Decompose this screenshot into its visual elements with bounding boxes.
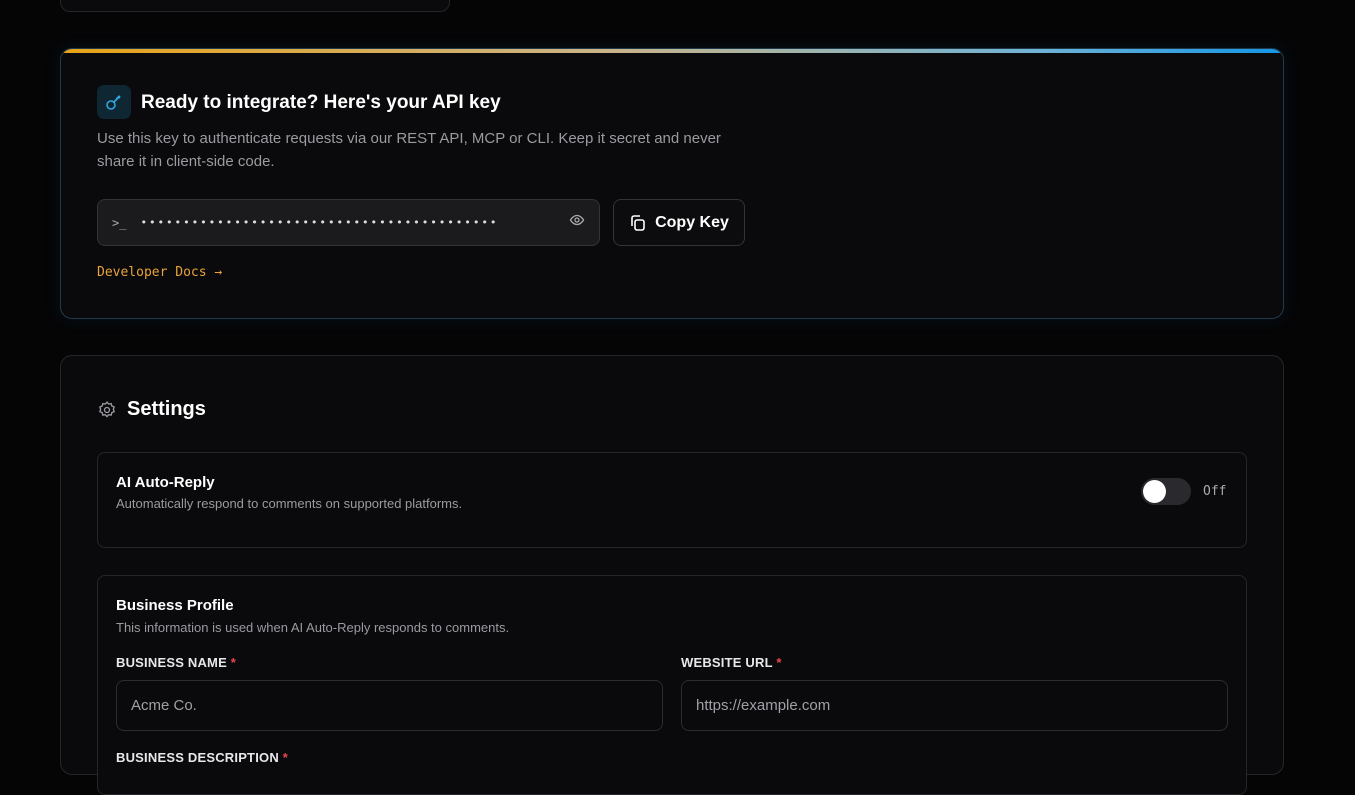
eye-icon[interactable]: [569, 212, 585, 233]
business-profile-title: Business Profile: [116, 597, 234, 614]
auto-reply-description: Automatically respond to comments on sup…: [116, 496, 463, 511]
website-url-input[interactable]: [681, 680, 1228, 731]
gear-icon: [98, 400, 116, 418]
copy-icon: [631, 214, 645, 231]
api-key-card: Ready to integrate? Here's your API key …: [60, 48, 1284, 319]
previous-card: [60, 0, 450, 12]
business-profile-description: This information is used when AI Auto-Re…: [116, 620, 510, 635]
settings-card: Settings AI Auto-Reply Automatically res…: [60, 355, 1284, 795]
auto-reply-state: Off: [1203, 484, 1227, 499]
settings-title: Settings: [127, 398, 206, 420]
business-description-label: BUSINESS DESCRIPTION *: [116, 750, 288, 765]
copy-key-button[interactable]: Copy Key: [613, 199, 745, 246]
gradient-accent-bar: [61, 49, 1283, 53]
business-name-label: BUSINESS NAME *: [116, 655, 237, 670]
auto-reply-section: AI Auto-Reply Automatically respond to c…: [97, 452, 1247, 548]
masked-api-key: ••••••••••••••••••••••••••••••••••••••••…: [140, 216, 499, 229]
key-icon: [97, 85, 131, 119]
auto-reply-title: AI Auto-Reply: [116, 474, 215, 491]
business-profile-section: Business Profile This information is use…: [97, 575, 1247, 795]
api-key-description: Use this key to authenticate requests vi…: [97, 130, 721, 170]
api-key-title: Ready to integrate? Here's your API key: [141, 92, 501, 113]
terminal-icon: >_: [112, 215, 127, 230]
website-url-label: WEBSITE URL *: [681, 655, 782, 670]
developer-docs-link[interactable]: Developer Docs →: [97, 265, 222, 280]
auto-reply-toggle[interactable]: [1141, 478, 1191, 505]
api-key-field[interactable]: >_ •••••••••••••••••••••••••••••••••••••…: [97, 199, 600, 246]
business-name-input[interactable]: [116, 680, 663, 731]
copy-key-label: Copy Key: [655, 213, 729, 231]
